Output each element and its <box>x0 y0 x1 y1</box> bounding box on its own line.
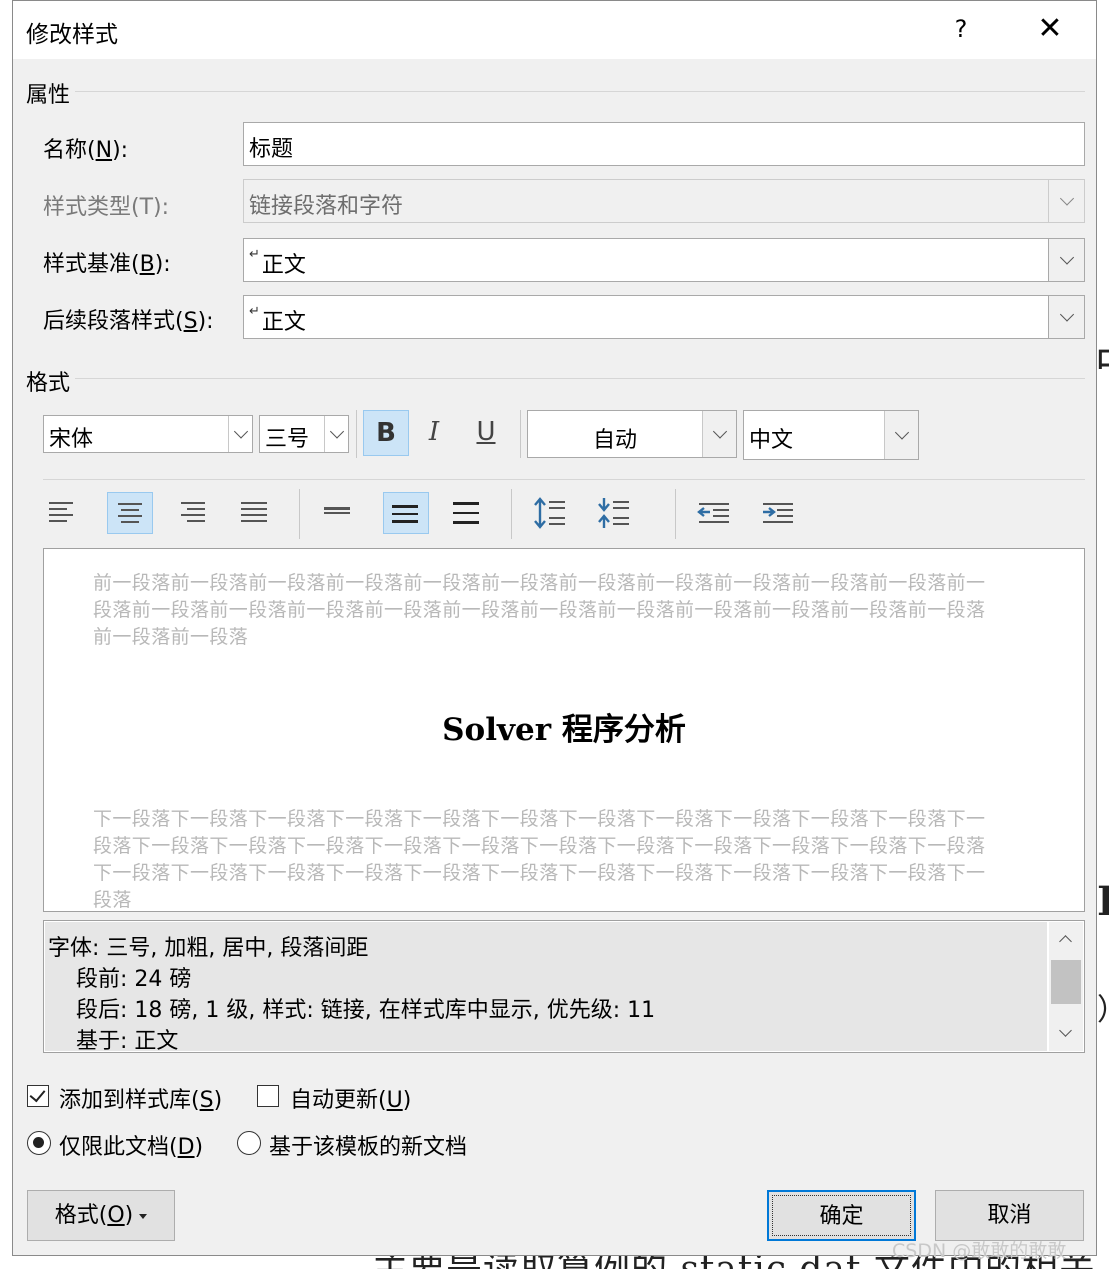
style-description-box: 字体: 三号, 加粗, 居中, 段落间距 段前: 24 磅 段后: 18 磅, … <box>43 920 1085 1053</box>
style-type-label: 样式类型(T): <box>43 195 170 220</box>
toolbar-separator <box>356 410 357 458</box>
underline-button[interactable]: U <box>463 410 509 456</box>
name-input[interactable]: 标题 <box>243 122 1085 166</box>
description-scrollbar[interactable] <box>1049 922 1083 1051</box>
background-text-fragment: D <box>1097 878 1109 922</box>
section-divider <box>75 378 1085 379</box>
decrease-paragraph-spacing-button[interactable] <box>593 492 639 534</box>
style-type-select: 链接段落和字符 <box>243 179 1085 223</box>
chevron-down-icon[interactable] <box>702 411 736 457</box>
increase-paragraph-spacing-button[interactable] <box>529 492 575 534</box>
decrease-indent-icon <box>697 503 729 523</box>
format-menu-button[interactable]: 格式(O) <box>27 1190 175 1241</box>
based-on-value: ↵正文 <box>249 247 306 278</box>
name-input-value: 标题 <box>249 137 294 162</box>
increase-indent-icon <box>763 503 793 523</box>
description-line: 段前: 24 磅 <box>76 967 192 992</box>
next-paragraph-value: ↵正文 <box>249 304 306 335</box>
format-section-heading: 格式 <box>26 371 71 396</box>
only-this-document-radio[interactable] <box>27 1131 51 1155</box>
font-size-select[interactable]: 三号 <box>259 415 349 453</box>
one-half-spacing-button[interactable] <box>383 492 429 534</box>
align-left-icon <box>49 502 77 526</box>
chevron-down-icon[interactable] <box>324 416 348 452</box>
description-line: 基于: 正文 <box>76 1029 179 1053</box>
ok-button[interactable]: 确定 <box>767 1190 916 1241</box>
description-line: 段后: 18 磅, 1 级, 样式: 链接, 在样式库中显示, 优先级: 11 <box>76 998 656 1023</box>
decrease-spacing-icon <box>598 498 629 528</box>
single-spacing-button[interactable] <box>316 492 362 534</box>
properties-section-heading: 属性 <box>26 83 71 108</box>
double-spacing-icon <box>453 502 481 528</box>
chevron-down-icon[interactable] <box>1048 239 1084 281</box>
toolbar-separator <box>520 410 521 458</box>
double-spacing-button[interactable] <box>445 492 491 534</box>
auto-update-label[interactable]: 自动更新(U) <box>290 1082 411 1114</box>
only-this-document-label[interactable]: 仅限此文档(D) <box>59 1129 203 1161</box>
font-name-select[interactable]: 宋体 <box>43 415 253 453</box>
section-divider <box>75 91 1085 92</box>
dialog-title: 修改样式 <box>26 22 118 48</box>
scroll-up-icon[interactable] <box>1049 924 1083 954</box>
align-center-icon <box>116 503 144 527</box>
paragraph-mark-icon: ↵ <box>249 247 260 262</box>
increase-spacing-icon <box>534 497 565 529</box>
dropdown-caret-icon <box>139 1213 148 1219</box>
chevron-down-icon <box>1048 180 1084 222</box>
one-half-spacing-icon <box>392 505 420 527</box>
paragraph-mark-icon: ↵ <box>249 304 260 319</box>
checkmark-icon <box>29 1085 46 1103</box>
description-line: 字体: 三号, 加粗, 居中, 段落间距 <box>48 936 369 961</box>
toolbar-separator <box>511 489 512 539</box>
toolbar-divider <box>43 479 1085 480</box>
auto-update-checkbox[interactable] <box>257 1085 279 1107</box>
script-select[interactable]: 中文 <box>743 410 919 460</box>
bold-button[interactable]: B <box>363 410 409 456</box>
chevron-down-icon[interactable] <box>228 416 252 452</box>
next-paragraph-select[interactable]: ↵正文 <box>243 295 1085 339</box>
align-left-button[interactable] <box>41 492 87 534</box>
background-text-fragment: ） <box>1097 985 1109 1025</box>
chevron-down-icon[interactable] <box>884 411 918 459</box>
new-documents-radio[interactable] <box>237 1131 261 1155</box>
watermark: CSDN @敢敢的敢敢 <box>892 1240 1067 1262</box>
justify-button[interactable] <box>233 492 279 534</box>
preview-heading-sample: Solver 程序分析 <box>442 712 686 748</box>
style-description-text: 字体: 三号, 加粗, 居中, 段落间距 段前: 24 磅 段后: 18 磅, … <box>45 922 1047 1053</box>
scroll-down-icon[interactable] <box>1049 1019 1083 1049</box>
align-center-button[interactable] <box>107 492 153 534</box>
focus-rectangle <box>772 1195 911 1236</box>
title-bar: 修改样式 ? ✕ <box>13 1 1096 59</box>
chevron-down-icon[interactable] <box>1048 296 1084 338</box>
radio-selected-dot <box>33 1137 44 1148</box>
italic-button[interactable]: I <box>411 410 457 456</box>
based-on-label: 样式基准(B): <box>43 252 171 277</box>
justify-icon <box>241 502 269 526</box>
font-color-select[interactable]: 自动 <box>527 410 737 458</box>
based-on-select[interactable]: ↵正文 <box>243 238 1085 282</box>
scrollbar-thumb[interactable] <box>1051 960 1081 1004</box>
preview-previous-paragraph: 前一段落前一段落前一段落前一段落前一段落前一段落前一段落前一段落前一段落前一段落… <box>93 572 986 648</box>
increase-indent-button[interactable] <box>757 492 803 534</box>
add-to-gallery-checkbox[interactable] <box>27 1085 49 1107</box>
new-documents-label[interactable]: 基于该模板的新文档 <box>269 1129 467 1161</box>
modify-style-dialog: 修改样式 ? ✕ 属性 名称(N): 标题 样式类型(T): 链接段落和字符 样… <box>12 0 1097 1256</box>
background-text-fragment: 中 <box>1095 330 1109 374</box>
toolbar-separator <box>675 489 676 539</box>
style-preview-pane: 前一段落前一段落前一段落前一段落前一段落前一段落前一段落前一段落前一段落前一段落… <box>43 548 1085 912</box>
style-type-value: 链接段落和字符 <box>249 194 404 219</box>
name-label: 名称(N): <box>43 138 129 163</box>
add-to-gallery-label[interactable]: 添加到样式库(S) <box>59 1082 222 1114</box>
preview-next-paragraph: 下一段落下一段落下一段落下一段落下一段落下一段落下一段落下一段落下一段落下一段落… <box>93 808 986 911</box>
help-button[interactable]: ? <box>943 7 979 51</box>
toolbar-separator <box>299 489 300 539</box>
align-right-button[interactable] <box>169 492 215 534</box>
decrease-indent-button[interactable] <box>693 492 739 534</box>
cancel-button[interactable]: 取消 <box>935 1190 1084 1241</box>
single-spacing-icon <box>324 507 352 518</box>
align-right-icon <box>177 502 205 526</box>
next-paragraph-label: 后续段落样式(S): <box>43 309 214 334</box>
close-button[interactable]: ✕ <box>1025 7 1075 51</box>
